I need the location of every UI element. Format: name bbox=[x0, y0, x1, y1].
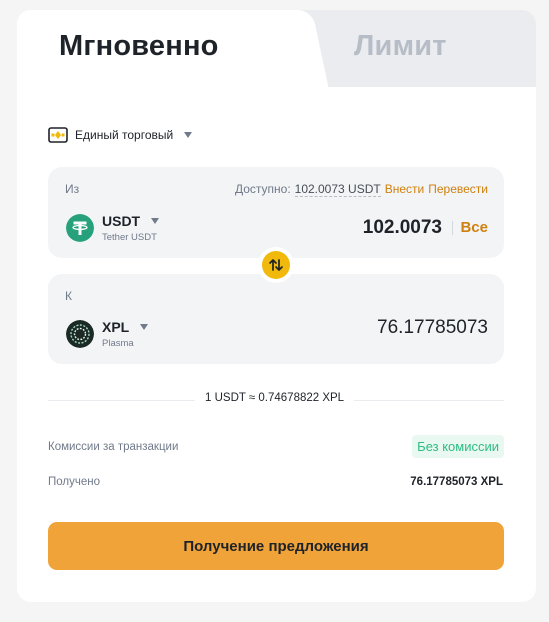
to-coin-fullname: Plasma bbox=[102, 338, 134, 349]
chevron-down-icon[interactable] bbox=[184, 132, 193, 138]
tab-instant-label[interactable]: Мгновенно bbox=[59, 30, 219, 63]
transfer-link[interactable]: Перевести bbox=[428, 182, 488, 197]
from-amount-input[interactable]: 102.0073 bbox=[363, 217, 442, 239]
available-balance: Доступно: 102.0073 USDT Внести Перевести bbox=[235, 182, 488, 197]
chevron-down-icon[interactable] bbox=[151, 218, 160, 224]
convert-card: Мгновенно Лимит Единый торговый Из Досту… bbox=[17, 10, 536, 602]
divider bbox=[452, 221, 453, 235]
chevron-down-icon[interactable] bbox=[140, 324, 149, 330]
to-coin-symbol[interactable]: XPL bbox=[102, 319, 149, 335]
get-quote-button[interactable]: Получение предложения bbox=[48, 522, 504, 570]
received-value: 76.17785073 XPL bbox=[410, 476, 503, 488]
to-amount-value: 76.17785073 bbox=[377, 317, 488, 338]
wallet-icon bbox=[48, 127, 68, 143]
xpl-coin-icon bbox=[66, 320, 94, 348]
swap-button[interactable] bbox=[258, 247, 294, 283]
received-label: Получено bbox=[48, 476, 101, 488]
no-fee-badge: Без комиссии bbox=[412, 435, 504, 458]
account-name[interactable]: Единый торговый bbox=[75, 128, 173, 142]
from-panel: Из Доступно: 102.0073 USDT Внести Переве… bbox=[48, 167, 504, 258]
from-coin-name[interactable]: USDT bbox=[102, 213, 140, 229]
from-label: Из bbox=[65, 182, 80, 196]
available-amount[interactable]: 102.0073 USDT bbox=[294, 182, 381, 197]
fees-label: Комиссии за транзакции bbox=[48, 441, 179, 453]
from-coin-symbol[interactable]: USDT bbox=[102, 213, 160, 229]
swap-icon bbox=[269, 259, 283, 271]
available-label: Доступно: bbox=[234, 182, 291, 196]
to-coin-name[interactable]: XPL bbox=[102, 319, 129, 335]
tab-limit-label[interactable]: Лимит bbox=[354, 30, 447, 63]
from-coin-selector[interactable]: USDT Tether USDT bbox=[66, 213, 160, 243]
to-label: К bbox=[65, 289, 72, 303]
deposit-link[interactable]: Внести bbox=[385, 182, 425, 197]
usdt-coin-icon bbox=[66, 214, 94, 242]
max-button[interactable]: Все bbox=[460, 219, 488, 236]
to-coin-selector[interactable]: XPL Plasma bbox=[66, 319, 149, 349]
exchange-rate: 1 USDT ≈ 0.74678822 XPL bbox=[195, 392, 355, 404]
account-selector[interactable]: Единый торговый bbox=[48, 125, 193, 145]
from-coin-fullname: Tether USDT bbox=[102, 232, 157, 243]
to-panel: К XPL Plasma 76.17785073 bbox=[48, 274, 504, 364]
